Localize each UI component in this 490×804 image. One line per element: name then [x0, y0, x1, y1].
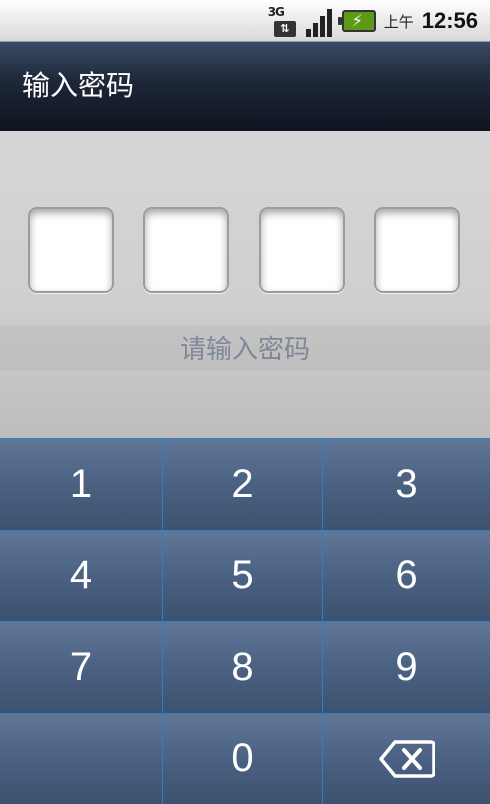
- key-6[interactable]: 6: [323, 529, 490, 621]
- status-bar: 3G ⇅ ⚡ 上午 12:56: [0, 0, 490, 42]
- battery-charging-icon: ⚡: [337, 10, 376, 32]
- key-2[interactable]: 2: [163, 438, 323, 530]
- signal-icon: [305, 5, 334, 37]
- clock: 12:56: [421, 8, 478, 33]
- status-icons: 3G ⇅ ⚡ 上午 12:56: [268, 4, 478, 38]
- password-entry-area: 请输入密码: [0, 131, 490, 438]
- key-3[interactable]: 3: [323, 438, 490, 530]
- numeric-keypad: 1 2 3 4 5 6 7 8 9 0: [0, 438, 490, 804]
- password-slots: [28, 207, 460, 295]
- backspace-button[interactable]: [323, 712, 490, 804]
- password-slot-3: [258, 207, 345, 293]
- key-1[interactable]: 1: [0, 438, 163, 530]
- key-9[interactable]: 9: [323, 621, 490, 713]
- key-7[interactable]: 7: [0, 621, 163, 713]
- password-hint: 请输入密码: [179, 335, 310, 365]
- network-3g-icon: 3G ⇅: [268, 5, 298, 37]
- title-bar: 输入密码: [0, 42, 490, 131]
- password-slot-2: [143, 207, 230, 293]
- am-pm-label: 上午: [383, 13, 414, 31]
- key-0[interactable]: 0: [163, 712, 323, 804]
- backspace-icon: [378, 740, 435, 778]
- key-5[interactable]: 5: [163, 529, 323, 621]
- key-8[interactable]: 8: [163, 621, 323, 713]
- key-empty: [0, 712, 163, 804]
- key-4[interactable]: 4: [0, 529, 163, 621]
- page-title: 输入密码: [22, 69, 135, 102]
- password-slot-4: [373, 207, 460, 293]
- password-slot-1: [28, 207, 114, 293]
